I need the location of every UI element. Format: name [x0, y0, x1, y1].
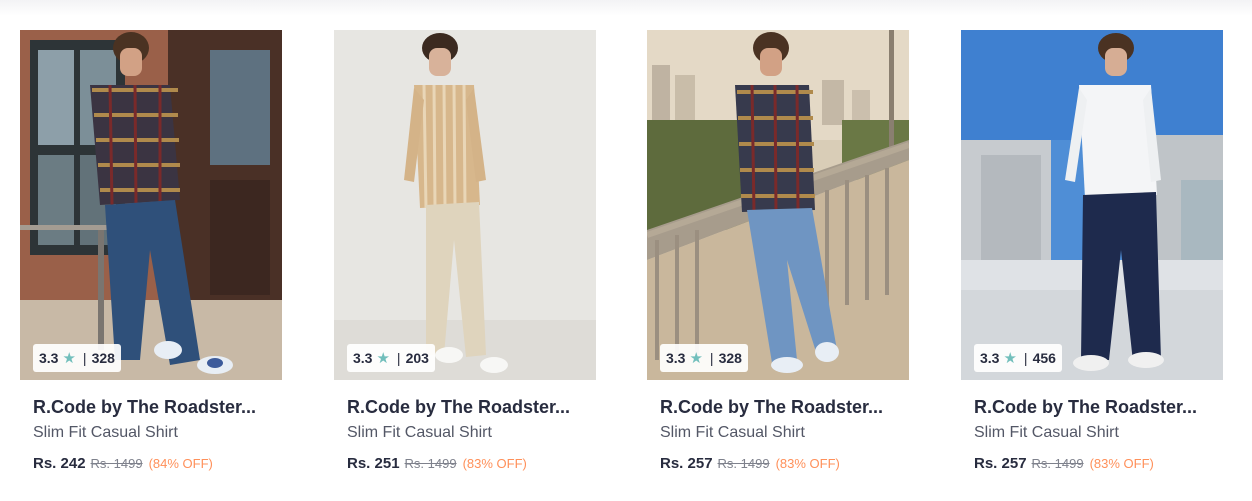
- product-discount: (84% OFF): [148, 456, 213, 471]
- star-icon: ★: [62, 350, 76, 367]
- rating-separator: |: [82, 350, 87, 366]
- product-info: R.Code by The Roadster... Slim Fit Casua…: [961, 396, 1223, 474]
- product-image[interactable]: 3.3 ★ | 203: [334, 30, 596, 380]
- rating-separator: |: [396, 350, 401, 366]
- rating-badge: 3.3 ★ | 456: [974, 344, 1062, 372]
- product-title[interactable]: Slim Fit Casual Shirt: [974, 423, 1223, 443]
- product-photo-striped-shirt-studio: [334, 30, 596, 380]
- product-image[interactable]: 3.3 ★ | 328: [20, 30, 282, 380]
- rating-value: 3.3: [980, 350, 1000, 366]
- product-image[interactable]: 3.3 ★ | 456: [961, 30, 1223, 380]
- product-title[interactable]: Slim Fit Casual Shirt: [660, 423, 909, 443]
- star-icon: ★: [1003, 350, 1017, 367]
- product-card[interactable]: 3.3 ★ | 328 R.Code by The Roadster... Sl…: [647, 30, 909, 480]
- product-mrp: Rs. 1499: [90, 456, 143, 471]
- product-brand[interactable]: R.Code by The Roadster...: [974, 396, 1219, 418]
- product-discount: (83% OFF): [462, 456, 527, 471]
- product-card[interactable]: 3.3 ★ | 203 R.Code by The Roadster... Sl…: [334, 30, 596, 480]
- product-price: Rs. 242: [33, 455, 86, 472]
- product-mrp: Rs. 1499: [404, 456, 457, 471]
- price-row: Rs. 242 Rs. 1499 (84% OFF): [33, 454, 282, 474]
- product-title[interactable]: Slim Fit Casual Shirt: [33, 423, 282, 443]
- product-discount: (83% OFF): [775, 456, 840, 471]
- product-photo-plaid-shirt-brick-wall: [20, 30, 282, 380]
- rating-badge: 3.3 ★ | 203: [347, 344, 435, 372]
- product-card[interactable]: 3.3 ★ | 328 R.Code by The Roadster... Sl…: [20, 30, 282, 480]
- price-row: Rs. 257 Rs. 1499 (83% OFF): [660, 454, 909, 474]
- product-brand[interactable]: R.Code by The Roadster...: [660, 396, 905, 418]
- rating-count: 328: [91, 350, 115, 366]
- price-row: Rs. 251 Rs. 1499 (83% OFF): [347, 454, 596, 474]
- rating-value: 3.3: [353, 350, 373, 366]
- top-bar-shadow: [0, 0, 1252, 16]
- product-image[interactable]: 3.3 ★ | 328: [647, 30, 909, 380]
- product-photo-plaid-shirt-bridge: [647, 30, 909, 380]
- rating-count: 328: [718, 350, 742, 366]
- rating-badge: 3.3 ★ | 328: [33, 344, 121, 372]
- product-price: Rs. 257: [974, 455, 1027, 472]
- product-title[interactable]: Slim Fit Casual Shirt: [347, 423, 596, 443]
- rating-value: 3.3: [666, 350, 686, 366]
- rating-count: 456: [1032, 350, 1056, 366]
- product-brand[interactable]: R.Code by The Roadster...: [347, 396, 592, 418]
- product-discount: (83% OFF): [1089, 456, 1154, 471]
- product-price: Rs. 257: [660, 455, 713, 472]
- product-grid: 3.3 ★ | 328 R.Code by The Roadster... Sl…: [20, 30, 1230, 490]
- product-mrp: Rs. 1499: [1031, 456, 1084, 471]
- star-icon: ★: [376, 350, 390, 367]
- price-row: Rs. 257 Rs. 1499 (83% OFF): [974, 454, 1223, 474]
- product-price: Rs. 251: [347, 455, 400, 472]
- rating-separator: |: [1023, 350, 1028, 366]
- product-brand[interactable]: R.Code by The Roadster...: [33, 396, 278, 418]
- product-photo-white-shirt-rooftop: [961, 30, 1223, 380]
- product-info: R.Code by The Roadster... Slim Fit Casua…: [334, 396, 596, 474]
- rating-separator: |: [709, 350, 714, 366]
- product-card[interactable]: 3.3 ★ | 456 R.Code by The Roadster... Sl…: [961, 30, 1223, 480]
- product-mrp: Rs. 1499: [717, 456, 770, 471]
- product-info: R.Code by The Roadster... Slim Fit Casua…: [647, 396, 909, 474]
- rating-value: 3.3: [39, 350, 59, 366]
- rating-badge: 3.3 ★ | 328: [660, 344, 748, 372]
- rating-count: 203: [405, 350, 429, 366]
- product-info: R.Code by The Roadster... Slim Fit Casua…: [20, 396, 282, 474]
- star-icon: ★: [689, 350, 703, 367]
